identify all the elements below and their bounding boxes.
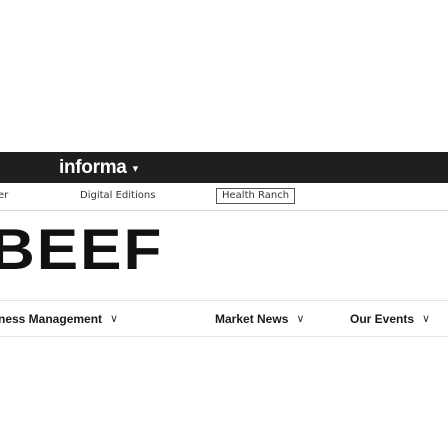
chevron-down-icon: ∨ xyxy=(296,313,305,325)
nav-item-label: Market News xyxy=(215,311,289,326)
nav-item-market-news[interactable]: Market News ∨ xyxy=(215,301,304,336)
nav-item-label: ness Management xyxy=(0,311,103,326)
divider xyxy=(0,210,448,211)
site-logo-text: BEEF xyxy=(0,228,164,282)
caret-down-icon: ▾ xyxy=(132,163,139,175)
nav-item-business-management[interactable]: ness Management ∨ xyxy=(0,301,118,336)
main-navigation: ness Management ∨ Market News ∨ Our Even… xyxy=(0,300,448,337)
page: informa ▾ er Digital Editions Health Ran… xyxy=(0,0,448,448)
site-logo[interactable]: BEEF xyxy=(0,228,230,282)
informa-top-bar: informa ▾ xyxy=(0,152,448,183)
digital-editions-link[interactable]: Digital Editions xyxy=(80,190,155,201)
nav-item-our-events[interactable]: Our Events ∨ xyxy=(350,301,430,336)
informa-brand-menu[interactable]: informa ▾ xyxy=(59,152,138,183)
nav-item-label: Our Events xyxy=(350,311,415,326)
partial-link[interactable]: er xyxy=(0,190,8,201)
chevron-down-icon: ∨ xyxy=(110,313,119,325)
secondary-links: er Digital Editions Health Ranch xyxy=(0,188,448,206)
chevron-down-icon: ∨ xyxy=(422,313,431,325)
informa-logo: informa xyxy=(59,156,127,178)
health-ranch-link[interactable]: Health Ranch xyxy=(216,188,296,204)
